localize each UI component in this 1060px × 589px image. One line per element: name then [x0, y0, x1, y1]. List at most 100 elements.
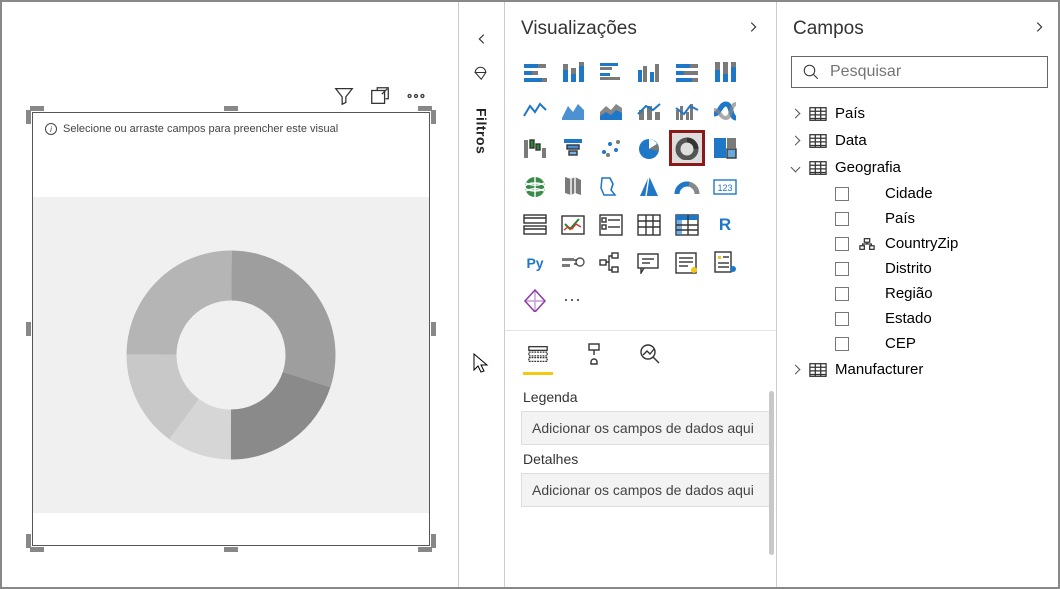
field-checkbox[interactable]	[835, 237, 849, 251]
table-data[interactable]: Data	[787, 127, 1056, 154]
viz-azure-map[interactable]	[631, 168, 667, 204]
viz-ribbon[interactable]	[707, 92, 743, 128]
resize-handle[interactable]	[26, 322, 31, 336]
field-país[interactable]: País	[835, 206, 1056, 231]
viz-waterfall[interactable]	[517, 130, 553, 166]
resize-handle[interactable]	[418, 106, 432, 111]
field-countryzip[interactable]: CountryZip	[835, 231, 1056, 256]
viz-donut[interactable]	[669, 130, 705, 166]
fields-search-input[interactable]	[830, 63, 1037, 81]
fields-title: Campos	[793, 18, 864, 40]
field-cidade[interactable]: Cidade	[835, 181, 1056, 206]
viz-kpi[interactable]	[555, 206, 591, 242]
viz-stacked-column[interactable]	[555, 54, 591, 90]
table-label: Data	[835, 132, 867, 149]
viz-table[interactable]	[631, 206, 667, 242]
field-checkbox[interactable]	[835, 312, 849, 326]
visual-filter-icon[interactable]	[333, 85, 355, 107]
qa-icon	[635, 250, 663, 274]
viz-multi-card[interactable]	[517, 206, 553, 242]
more-options-icon[interactable]	[405, 85, 427, 107]
viz-scatter[interactable]	[593, 130, 629, 166]
field-cep[interactable]: CEP	[835, 331, 1056, 356]
viz-line-clustered-column[interactable]	[669, 92, 705, 128]
viz-funnel[interactable]	[555, 130, 591, 166]
search-icon	[802, 63, 820, 81]
table-país[interactable]: País	[787, 100, 1056, 127]
viz-line-stacked-column[interactable]	[631, 92, 667, 128]
table-manufacturer[interactable]: Manufacturer	[787, 356, 1056, 383]
resize-handle[interactable]	[26, 110, 31, 124]
field-checkbox[interactable]	[835, 337, 849, 351]
resize-handle[interactable]	[30, 106, 44, 111]
table-geografia[interactable]: Geografia	[787, 154, 1056, 181]
field-checkbox[interactable]	[835, 187, 849, 201]
viz-matrix[interactable]	[669, 206, 705, 242]
analytics-tab[interactable]	[635, 339, 665, 369]
viz-qa[interactable]	[631, 244, 667, 280]
collapse-visualizations-icon[interactable]	[746, 20, 760, 39]
viz-clustered-bar[interactable]	[593, 54, 629, 90]
viz-ellipsis[interactable]: ⋯	[555, 282, 591, 318]
viz-shape-map[interactable]	[593, 168, 629, 204]
viz-python[interactable]: Py	[517, 244, 553, 280]
viz-stacked-bar[interactable]	[517, 54, 553, 90]
viz-key-influencers[interactable]	[555, 244, 591, 280]
viz-card[interactable]: 123	[707, 168, 743, 204]
resize-handle[interactable]	[224, 106, 238, 111]
filters-label[interactable]: Filtros	[474, 108, 490, 154]
visual-placeholder[interactable]: i Selecione ou arraste campos para preen…	[32, 112, 430, 546]
viz-pie[interactable]	[631, 130, 667, 166]
visual-hint: i Selecione ou arraste campos para preen…	[33, 113, 429, 135]
viz-line[interactable]	[517, 92, 553, 128]
visualizations-title: Visualizações	[521, 18, 637, 40]
wells-scrollbar[interactable]	[769, 391, 774, 555]
viz-area[interactable]	[555, 92, 591, 128]
clustered-bar-icon	[597, 60, 625, 84]
field-checkbox[interactable]	[835, 287, 849, 301]
field-checkbox[interactable]	[835, 262, 849, 276]
stacked-bar-icon	[521, 60, 549, 84]
filters-toggle-icon[interactable]	[473, 65, 491, 88]
fields-search[interactable]	[791, 56, 1048, 88]
viz-gauge[interactable]	[669, 168, 705, 204]
table-icon	[809, 133, 827, 149]
well-dropzone[interactable]: Adicionar os campos de dados aqui	[521, 473, 773, 507]
100-stacked-column-icon	[711, 60, 739, 84]
viz-clustered-column[interactable]	[631, 54, 667, 90]
focus-mode-icon[interactable]	[369, 85, 391, 107]
expand-filters-icon[interactable]	[475, 32, 489, 51]
field-distrito[interactable]: Distrito	[835, 256, 1056, 281]
viz-treemap[interactable]	[707, 130, 743, 166]
resize-handle[interactable]	[431, 110, 436, 124]
resize-handle[interactable]	[26, 534, 31, 548]
viz-power-apps[interactable]	[517, 282, 553, 318]
field-estado[interactable]: Estado	[835, 306, 1056, 331]
gauge-icon	[673, 174, 701, 198]
field-checkbox[interactable]	[835, 212, 849, 226]
resize-handle[interactable]	[431, 534, 436, 548]
viz-decomposition-tree[interactable]	[593, 244, 629, 280]
viz-100-stacked-bar[interactable]	[669, 54, 705, 90]
fields-tab[interactable]	[523, 339, 553, 369]
resize-handle[interactable]	[418, 547, 432, 552]
viz-filled-map[interactable]	[555, 168, 591, 204]
format-tab[interactable]	[579, 339, 609, 369]
viz-map[interactable]	[517, 168, 553, 204]
table-label: Geografia	[835, 159, 901, 176]
field-label: Estado	[885, 310, 932, 327]
resize-handle[interactable]	[431, 322, 436, 336]
100-stacked-bar-icon	[673, 60, 701, 84]
viz-r-visual[interactable]: R	[707, 206, 743, 242]
viz-stacked-area[interactable]	[593, 92, 629, 128]
well-dropzone[interactable]: Adicionar os campos de dados aqui	[521, 411, 773, 445]
viz-narrative[interactable]	[669, 244, 705, 280]
resize-handle[interactable]	[30, 547, 44, 552]
report-canvas[interactable]: i Selecione ou arraste campos para preen…	[2, 2, 458, 587]
collapse-fields-icon[interactable]	[1032, 20, 1046, 39]
resize-handle[interactable]	[224, 547, 238, 552]
viz-100-stacked-column[interactable]	[707, 54, 743, 90]
viz-slicer[interactable]	[593, 206, 629, 242]
field-região[interactable]: Região	[835, 281, 1056, 306]
viz-paginated[interactable]	[707, 244, 743, 280]
